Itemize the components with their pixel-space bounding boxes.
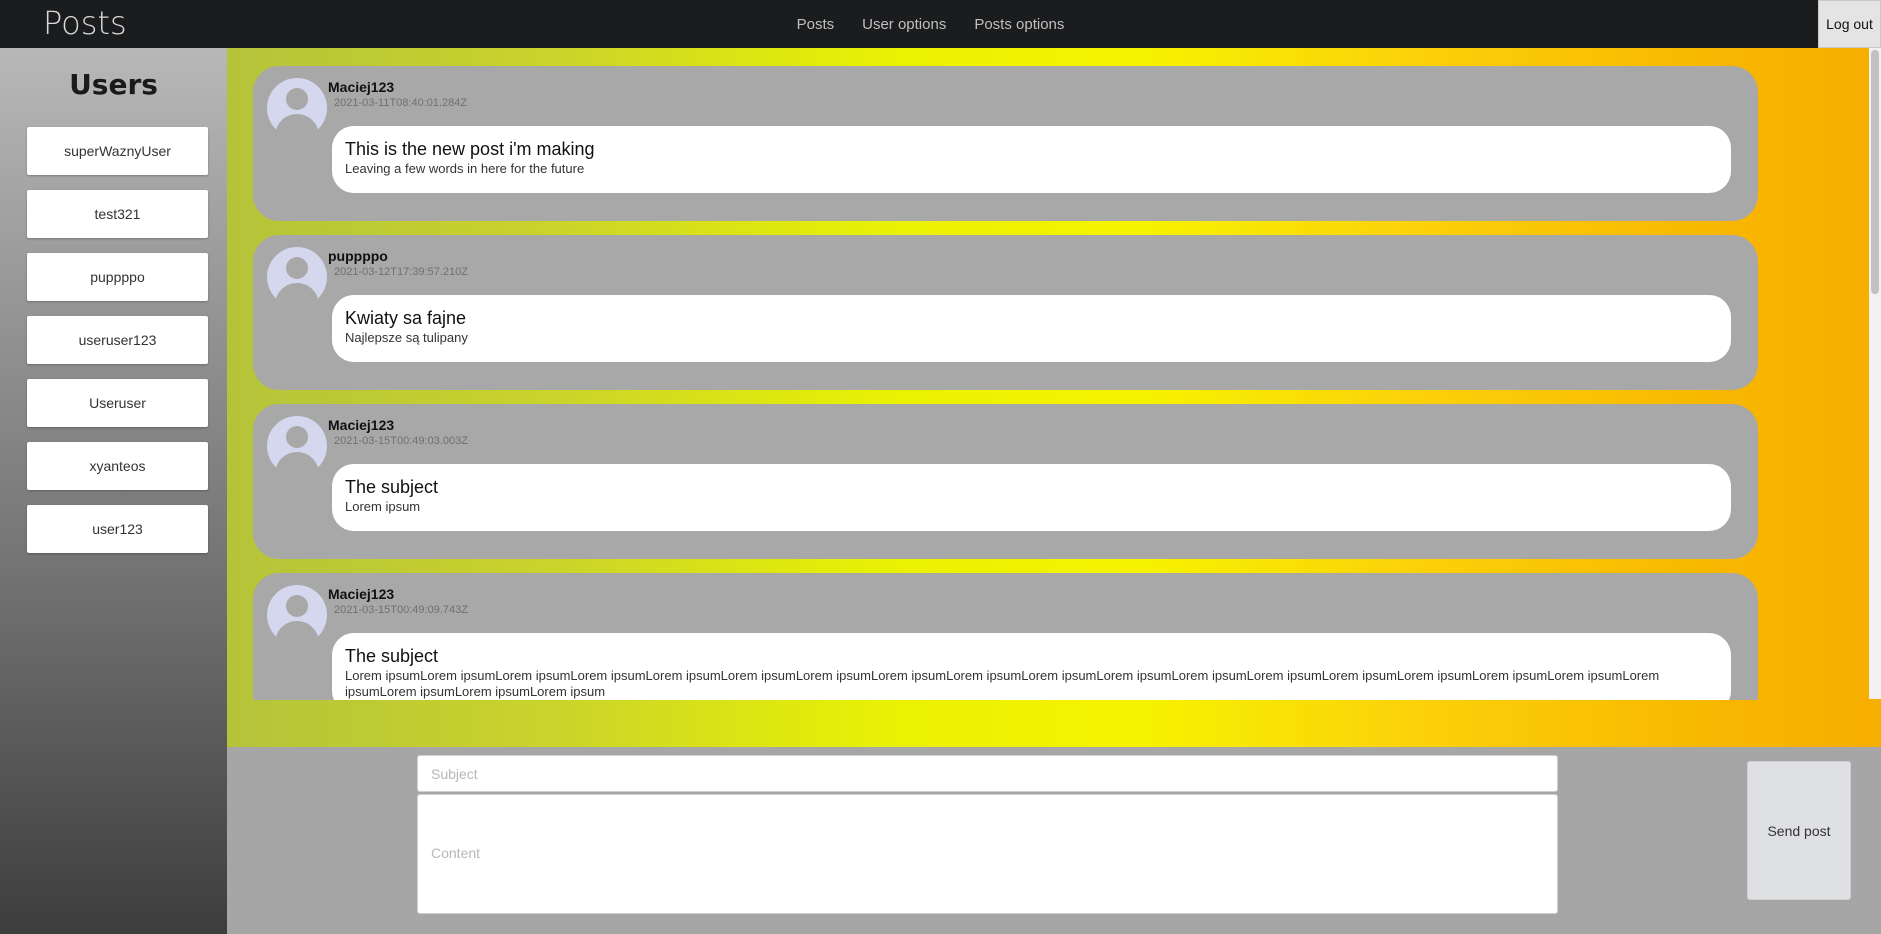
user-item[interactable]: xyanteos	[27, 442, 208, 490]
post-date: 2021-03-11T08:40:01.284Z	[334, 97, 468, 109]
post-author: Maciej123	[328, 79, 395, 95]
posts-area: Maciej123 2021-03-11T08:40:01.284Z This …	[227, 48, 1881, 747]
post-card: This is the new post i'm making Leaving …	[332, 126, 1731, 193]
user-list: superWaznyUser test321 puppppo useruser1…	[27, 127, 208, 568]
user-avatar-icon	[267, 585, 327, 645]
logout-button[interactable]: Log out	[1818, 0, 1881, 48]
posts-list[interactable]: Maciej123 2021-03-11T08:40:01.284Z This …	[253, 66, 1758, 700]
top-navbar: Posts Posts User options Posts options L…	[0, 0, 1881, 48]
post-content: Najlepsze są tulipany	[345, 330, 468, 345]
user-item[interactable]: Useruser	[27, 379, 208, 427]
post-item: puppppo 2021-03-12T17:39:57.210Z Kwiaty …	[253, 235, 1758, 390]
user-item[interactable]: test321	[27, 190, 208, 238]
sidebar-title: Users	[69, 68, 158, 101]
post-author: Maciej123	[328, 586, 395, 602]
post-date: 2021-03-15T00:49:03.003Z	[334, 435, 468, 447]
nav-link-user-options[interactable]: User options	[862, 16, 946, 33]
post-item: Maciej123 2021-03-15T00:49:03.003Z The s…	[253, 404, 1758, 559]
post-author: Maciej123	[328, 417, 395, 433]
scrollbar-thumb[interactable]	[1871, 50, 1879, 294]
send-post-button[interactable]: Send post	[1747, 761, 1851, 900]
post-author: puppppo	[328, 248, 388, 264]
brand-title[interactable]: Posts	[43, 4, 127, 42]
post-content: Lorem ipsum	[345, 499, 421, 514]
post-card: The subject Lorem ipsumLorem ipsumLorem …	[332, 633, 1731, 700]
user-avatar-icon	[267, 247, 327, 307]
compose-area: Send post	[227, 747, 1881, 934]
user-avatar-icon	[267, 78, 327, 138]
post-date: 2021-03-15T00:49:09.743Z	[334, 604, 468, 616]
post-content: Lorem ipsumLorem ipsumLorem ipsumLorem i…	[345, 668, 1660, 699]
post-subject: This is the new post i'm making	[345, 139, 595, 159]
user-item[interactable]: superWaznyUser	[27, 127, 208, 175]
nav-link-posts[interactable]: Posts	[797, 16, 835, 33]
post-item: Maciej123 2021-03-11T08:40:01.284Z This …	[253, 66, 1758, 221]
user-item[interactable]: puppppo	[27, 253, 208, 301]
subject-input[interactable]	[417, 755, 1558, 792]
post-card: Kwiaty sa fajne Najlepsze są tulipany	[332, 295, 1731, 362]
content-input[interactable]	[417, 794, 1558, 914]
users-sidebar: Users superWaznyUser test321 puppppo use…	[0, 48, 227, 934]
post-item: Maciej123 2021-03-15T00:49:09.743Z The s…	[253, 573, 1758, 700]
post-subject: Kwiaty sa fajne	[345, 308, 467, 328]
nav-links: Posts User options Posts options	[0, 0, 1881, 48]
post-content: Leaving a few words in here for the futu…	[345, 161, 585, 176]
post-date: 2021-03-12T17:39:57.210Z	[334, 266, 468, 278]
user-item[interactable]: user123	[27, 505, 208, 553]
post-subject: The subject	[345, 477, 439, 497]
post-subject: The subject	[345, 646, 439, 666]
user-item[interactable]: useruser123	[27, 316, 208, 364]
user-avatar-icon	[267, 416, 327, 476]
nav-link-posts-options[interactable]: Posts options	[974, 16, 1064, 33]
post-card: The subject Lorem ipsum	[332, 464, 1731, 531]
